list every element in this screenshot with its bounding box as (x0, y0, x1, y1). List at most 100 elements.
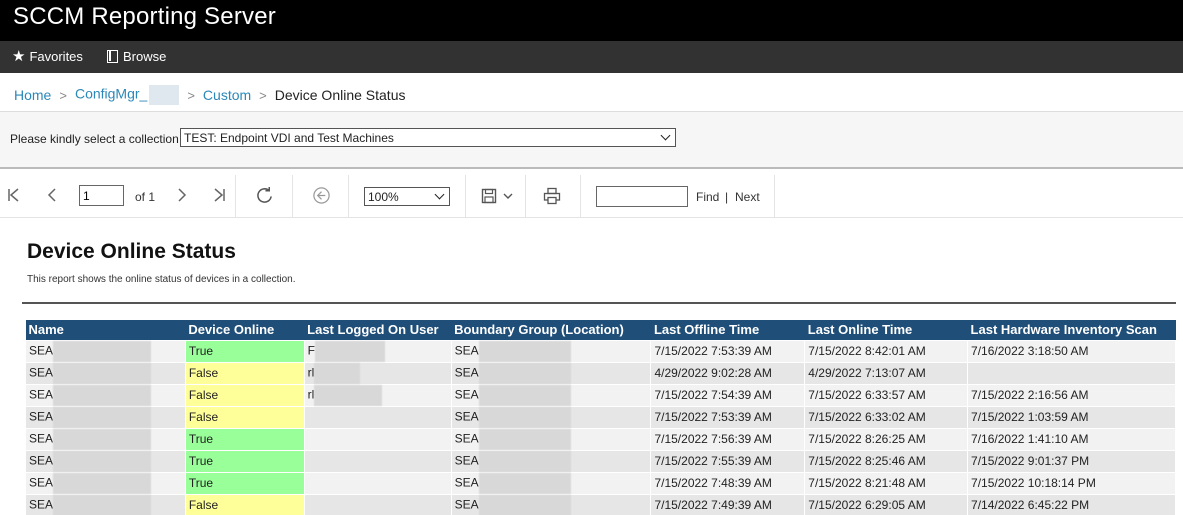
zoom-group: 100% (349, 175, 466, 217)
cell-hw-scan: 7/15/2022 9:01:37 PM (967, 449, 1176, 473)
zoom-value: 100% (368, 189, 399, 204)
chevron-down-icon[interactable] (503, 191, 513, 201)
cell-last-user-text: rl (307, 387, 315, 402)
title-bar: SCCM Reporting Server (0, 0, 1183, 41)
cell-last-user: rl (303, 383, 452, 407)
breadcrumb: Home > ConfigMgr_ > Custom > Device Onli… (14, 85, 405, 105)
cell-device-online-text: True (188, 344, 214, 358)
column-header-device-online: Device Online (185, 320, 305, 340)
cell-last-online-text: 7/15/2022 8:21:48 AM (808, 476, 926, 490)
save-icon[interactable] (481, 188, 497, 204)
chevron-down-icon (434, 189, 445, 200)
column-header-name: Name (25, 320, 186, 340)
cell-last-offline: 7/15/2022 7:56:39 AM (650, 427, 806, 451)
redacted-block (478, 362, 571, 384)
cell-name: SEA (25, 405, 186, 429)
breadcrumb-configmgr[interactable]: ConfigMgr_ (75, 85, 180, 105)
cell-boundary-group-text: SEA (454, 365, 479, 380)
cell-boundary-group-text: SEA (454, 497, 479, 512)
column-header-boundary-group: Boundary Group (Location) (451, 320, 651, 340)
cell-name: SEA (25, 493, 186, 515)
cell-device-online: True (184, 339, 305, 363)
cell-boundary-group: SEA (450, 493, 652, 515)
cell-last-online: 7/15/2022 6:29:05 AM (804, 493, 969, 515)
collection-label: Please kindly select a collection (10, 132, 179, 146)
cell-last-offline: 7/15/2022 7:48:39 AM (650, 471, 806, 495)
page-navigation-group: of 1 (0, 175, 236, 217)
cell-last-offline-text: 4/29/2022 9:02:28 AM (654, 366, 772, 380)
find-button[interactable]: Find (696, 190, 719, 204)
previous-page-icon[interactable] (44, 187, 60, 203)
chevron-right-icon: > (187, 87, 195, 103)
cell-last-online-text: 7/15/2022 8:26:25 AM (808, 432, 926, 446)
table-row: SEA True SEA 7/15/2022 7:55:39 AM 7/15/2022 … (25, 449, 1176, 473)
nav-bar: ★ Favorites Browse (0, 41, 1183, 73)
back-group (293, 175, 349, 217)
cell-device-online: False (184, 493, 305, 515)
cell-boundary-group: SEA (450, 405, 652, 429)
cell-device-online-text: False (188, 410, 219, 424)
back-icon[interactable] (312, 186, 331, 205)
cell-boundary-group-text: SEA (454, 431, 479, 446)
last-page-icon[interactable] (211, 187, 227, 203)
table-header-row: Name Device Online Last Logged On User B… (25, 320, 1176, 340)
cell-hw-scan-text: 7/15/2022 1:03:59 AM (971, 410, 1089, 424)
chevron-down-icon (660, 130, 671, 141)
first-page-icon[interactable] (6, 187, 22, 203)
cell-last-online: 4/29/2022 7:13:07 AM (804, 361, 969, 385)
report-description: This report shows the online status of d… (27, 274, 296, 285)
cell-name: SEA (25, 449, 186, 473)
cell-boundary-group: SEA (450, 383, 652, 407)
breadcrumb-current: Device Online Status (274, 87, 406, 103)
cell-hw-scan: 7/15/2022 2:16:56 AM (967, 383, 1176, 407)
page-count-label: of 1 (135, 190, 156, 204)
app-title: SCCM Reporting Server (13, 3, 276, 30)
breadcrumb-custom[interactable]: Custom (203, 87, 251, 103)
breadcrumb-home[interactable]: Home (14, 87, 51, 103)
cell-boundary-group: SEA (450, 339, 652, 363)
cell-name: SEA (25, 361, 186, 385)
cell-boundary-group-text: SEA (454, 343, 479, 358)
redacted-block (314, 384, 383, 406)
cell-device-online-text: True (188, 454, 214, 468)
cell-name-text: SEA (29, 343, 54, 358)
cell-hw-scan: 7/15/2022 10:18:14 PM (967, 471, 1176, 495)
zoom-select[interactable]: 100% (364, 187, 450, 206)
cell-last-offline-text: 7/15/2022 7:49:39 AM (654, 498, 772, 512)
print-icon[interactable] (543, 187, 561, 205)
cell-name: SEA (25, 339, 186, 363)
browse-nav-item[interactable]: Browse (107, 49, 166, 64)
column-header-last-user: Last Logged On User (304, 320, 452, 340)
page-number-input[interactable] (79, 185, 124, 206)
cell-device-online-text: True (188, 476, 214, 490)
collection-select[interactable]: TEST: Endpoint VDI and Test Machines (180, 128, 676, 147)
cell-last-online-text: 7/15/2022 6:29:05 AM (808, 498, 926, 512)
cell-device-online: False (184, 383, 305, 407)
cell-last-user (303, 471, 452, 495)
cell-device-online-text: False (188, 498, 219, 512)
cell-last-online-text: 4/29/2022 7:13:07 AM (808, 366, 926, 380)
print-group (526, 175, 581, 217)
browse-label: Browse (123, 49, 167, 64)
redacted-block (478, 450, 571, 472)
redacted-block (53, 450, 152, 472)
redacted-block (53, 472, 152, 494)
redacted-block (315, 340, 385, 362)
cell-device-online: False (184, 361, 305, 385)
collection-select-value: TEST: Endpoint VDI and Test Machines (184, 130, 394, 145)
cell-hw-scan-text: 7/15/2022 2:16:56 AM (971, 388, 1089, 402)
cell-last-offline: 7/15/2022 7:53:39 AM (650, 339, 806, 363)
refresh-icon[interactable] (255, 186, 274, 205)
table-row: SEA True SEA 7/15/2022 7:56:39 AM 7/15/2022 … (25, 427, 1176, 451)
redacted-block (53, 428, 152, 450)
favorites-nav-item[interactable]: ★ Favorites (12, 49, 83, 64)
next-page-icon[interactable] (174, 187, 190, 203)
cell-last-online-text: 7/15/2022 8:42:01 AM (808, 344, 926, 358)
redacted-block (53, 340, 152, 362)
cell-hw-scan (967, 361, 1176, 385)
cell-last-user-text: F (307, 343, 315, 358)
find-input[interactable] (596, 186, 688, 207)
next-button[interactable]: Next (735, 190, 760, 204)
cell-last-offline-text: 7/15/2022 7:56:39 AM (654, 432, 772, 446)
favorites-label: Favorites (29, 49, 83, 64)
